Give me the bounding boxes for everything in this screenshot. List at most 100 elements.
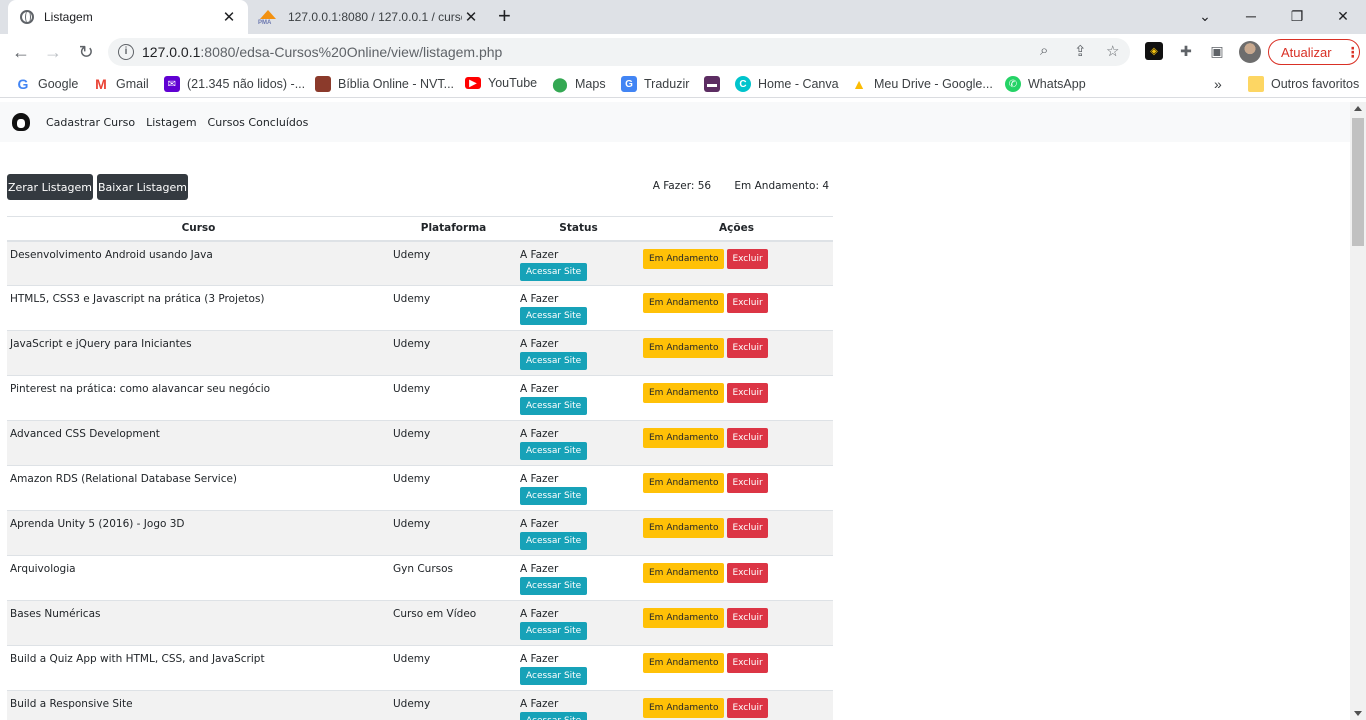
bookmark-yahoo-mail[interactable]: ✉ (21.345 não lidos) -...: [164, 76, 305, 92]
close-tab-icon[interactable]: ✕: [220, 8, 238, 26]
course-actions: Em Andamento Excluir: [640, 555, 833, 601]
delete-button[interactable]: Excluir: [727, 428, 768, 448]
course-platform: Udemy: [390, 690, 517, 720]
nav-link-listagem[interactable]: Listagem: [146, 116, 196, 129]
visit-site-button[interactable]: Acessar Site: [520, 307, 588, 325]
mark-in-progress-button[interactable]: Em Andamento: [643, 608, 725, 628]
visit-site-button[interactable]: Acessar Site: [520, 712, 588, 720]
forward-icon[interactable]: →: [41, 40, 65, 64]
web-page: Cadastrar Curso Listagem Cursos Concluíd…: [0, 102, 1350, 720]
scroll-down-icon[interactable]: [1354, 711, 1362, 716]
visit-site-button[interactable]: Acessar Site: [520, 262, 588, 281]
bookmark-drive[interactable]: ▲ Meu Drive - Google...: [851, 76, 993, 92]
extensions-puzzle-icon[interactable]: ✚: [1177, 42, 1195, 60]
delete-button[interactable]: Excluir: [727, 248, 768, 269]
delete-button[interactable]: Excluir: [727, 608, 768, 628]
delete-button[interactable]: Excluir: [727, 698, 768, 718]
reset-list-button[interactable]: Zerar Listagem: [7, 174, 93, 200]
youtube-icon: ▶: [465, 77, 481, 89]
drive-icon: ▲: [852, 76, 866, 92]
bookmark-app[interactable]: ▬: [704, 76, 727, 92]
maps-icon: ⬤: [552, 75, 568, 92]
bookmark-youtube[interactable]: ▶ YouTube: [465, 76, 537, 90]
header-plataforma: Plataforma: [390, 216, 517, 242]
nav-link-cadastrar[interactable]: Cadastrar Curso: [46, 116, 135, 129]
nav-link-concluidos[interactable]: Cursos Concluídos: [208, 116, 309, 129]
course-platform: Gyn Cursos: [390, 555, 517, 601]
visit-site-button[interactable]: Acessar Site: [520, 352, 588, 370]
delete-button[interactable]: Excluir: [727, 383, 768, 403]
close-window-button[interactable]: ✕: [1320, 0, 1366, 32]
course-name: Bases Numéricas: [7, 600, 390, 646]
bookmark-whatsapp[interactable]: ✆ WhatsApp: [1005, 76, 1086, 92]
visit-site-button[interactable]: Acessar Site: [520, 667, 588, 685]
bookmark-translate[interactable]: G Traduzir: [621, 76, 689, 92]
site-navbar: Cadastrar Curso Listagem Cursos Concluíd…: [0, 102, 1350, 142]
zoom-icon[interactable]: ⌕: [1040, 42, 1048, 59]
mark-in-progress-button[interactable]: Em Andamento: [643, 293, 725, 313]
mark-in-progress-button[interactable]: Em Andamento: [643, 563, 725, 583]
site-info-icon[interactable]: i: [118, 44, 134, 60]
table-row: Bases Numéricas Curso em Vídeo A Fazer Aces…: [7, 600, 833, 646]
url-input[interactable]: i 127.0.0.1:8080/edsa-Cursos%20Online/vi…: [108, 38, 1130, 66]
profile-avatar[interactable]: [1239, 41, 1261, 63]
course-status: A Fazer: [520, 383, 559, 395]
header-curso: Curso: [7, 216, 390, 242]
course-status: A Fazer: [520, 518, 559, 530]
delete-button[interactable]: Excluir: [727, 473, 768, 493]
mark-in-progress-button[interactable]: Em Andamento: [643, 473, 725, 493]
course-platform: Udemy: [390, 510, 517, 556]
delete-button[interactable]: Excluir: [727, 338, 768, 358]
reload-icon[interactable]: ↻: [74, 40, 98, 64]
course-status-cell: A Fazer Acessar Site: [517, 555, 640, 601]
update-button[interactable]: Atualizar ⋮: [1268, 39, 1360, 65]
extension-icon[interactable]: ◈: [1145, 42, 1163, 60]
bookmark-canva[interactable]: C Home - Canva: [735, 76, 839, 92]
share-icon[interactable]: ⇪: [1074, 42, 1087, 60]
maximize-button[interactable]: ❐: [1274, 0, 1320, 32]
tab-listagem[interactable]: Listagem ✕: [8, 0, 248, 34]
mark-in-progress-button[interactable]: Em Andamento: [643, 248, 725, 269]
visit-site-button[interactable]: Acessar Site: [520, 577, 588, 595]
visit-site-button[interactable]: Acessar Site: [520, 487, 588, 505]
visit-site-button[interactable]: Acessar Site: [520, 442, 588, 460]
course-actions: Em Andamento Excluir: [640, 330, 833, 376]
delete-button[interactable]: Excluir: [727, 293, 768, 313]
tab-phpmyadmin[interactable]: PMA 127.0.0.1:8080 / 127.0.0.1 / curso ✕: [250, 0, 490, 34]
visit-site-button[interactable]: Acessar Site: [520, 622, 588, 640]
brand-logo-icon[interactable]: [12, 113, 30, 131]
table-row: Arquivologia Gyn Cursos A Fazer Acessar Sit…: [7, 555, 833, 601]
course-status: A Fazer: [520, 338, 559, 350]
mark-in-progress-button[interactable]: Em Andamento: [643, 518, 725, 538]
close-tab-icon[interactable]: ✕: [462, 8, 480, 26]
bookmark-star-icon[interactable]: ☆: [1106, 42, 1119, 60]
google-icon: G: [17, 76, 29, 92]
bookmark-gmail[interactable]: M Gmail: [93, 76, 149, 92]
visit-site-button[interactable]: Acessar Site: [520, 397, 588, 415]
download-list-button[interactable]: Baixar Listagem: [97, 174, 188, 200]
globe-icon: [20, 10, 34, 24]
mark-in-progress-button[interactable]: Em Andamento: [643, 653, 725, 673]
scroll-up-icon[interactable]: [1354, 106, 1362, 111]
side-panel-icon[interactable]: ▣: [1208, 42, 1226, 60]
mark-in-progress-button[interactable]: Em Andamento: [643, 338, 725, 358]
mark-in-progress-button[interactable]: Em Andamento: [643, 698, 725, 718]
bookmark-other-favorites[interactable]: Outros favoritos: [1248, 76, 1359, 92]
minimize-button[interactable]: ─: [1228, 0, 1274, 32]
delete-button[interactable]: Excluir: [727, 563, 768, 583]
bookmark-maps[interactable]: ⬤ Maps: [552, 75, 605, 92]
scrollbar-thumb[interactable]: [1352, 118, 1364, 246]
delete-button[interactable]: Excluir: [727, 518, 768, 538]
delete-button[interactable]: Excluir: [727, 653, 768, 673]
new-tab-button[interactable]: +: [498, 5, 511, 27]
page-scrollbar[interactable]: [1350, 102, 1366, 720]
mark-in-progress-button[interactable]: Em Andamento: [643, 428, 725, 448]
more-bookmarks-icon[interactable]: »: [1214, 76, 1222, 92]
mark-in-progress-button[interactable]: Em Andamento: [643, 383, 725, 403]
visit-site-button[interactable]: Acessar Site: [520, 532, 588, 550]
bookmark-biblia[interactable]: Bíblia Online - NVT...: [315, 76, 454, 92]
list-toolbar: Zerar Listagem Baixar Listagem A Fazer: …: [7, 174, 833, 200]
bookmark-google[interactable]: G Google: [15, 76, 79, 92]
back-icon[interactable]: ←: [9, 40, 33, 64]
tab-search-icon[interactable]: ⌄: [1182, 0, 1228, 32]
